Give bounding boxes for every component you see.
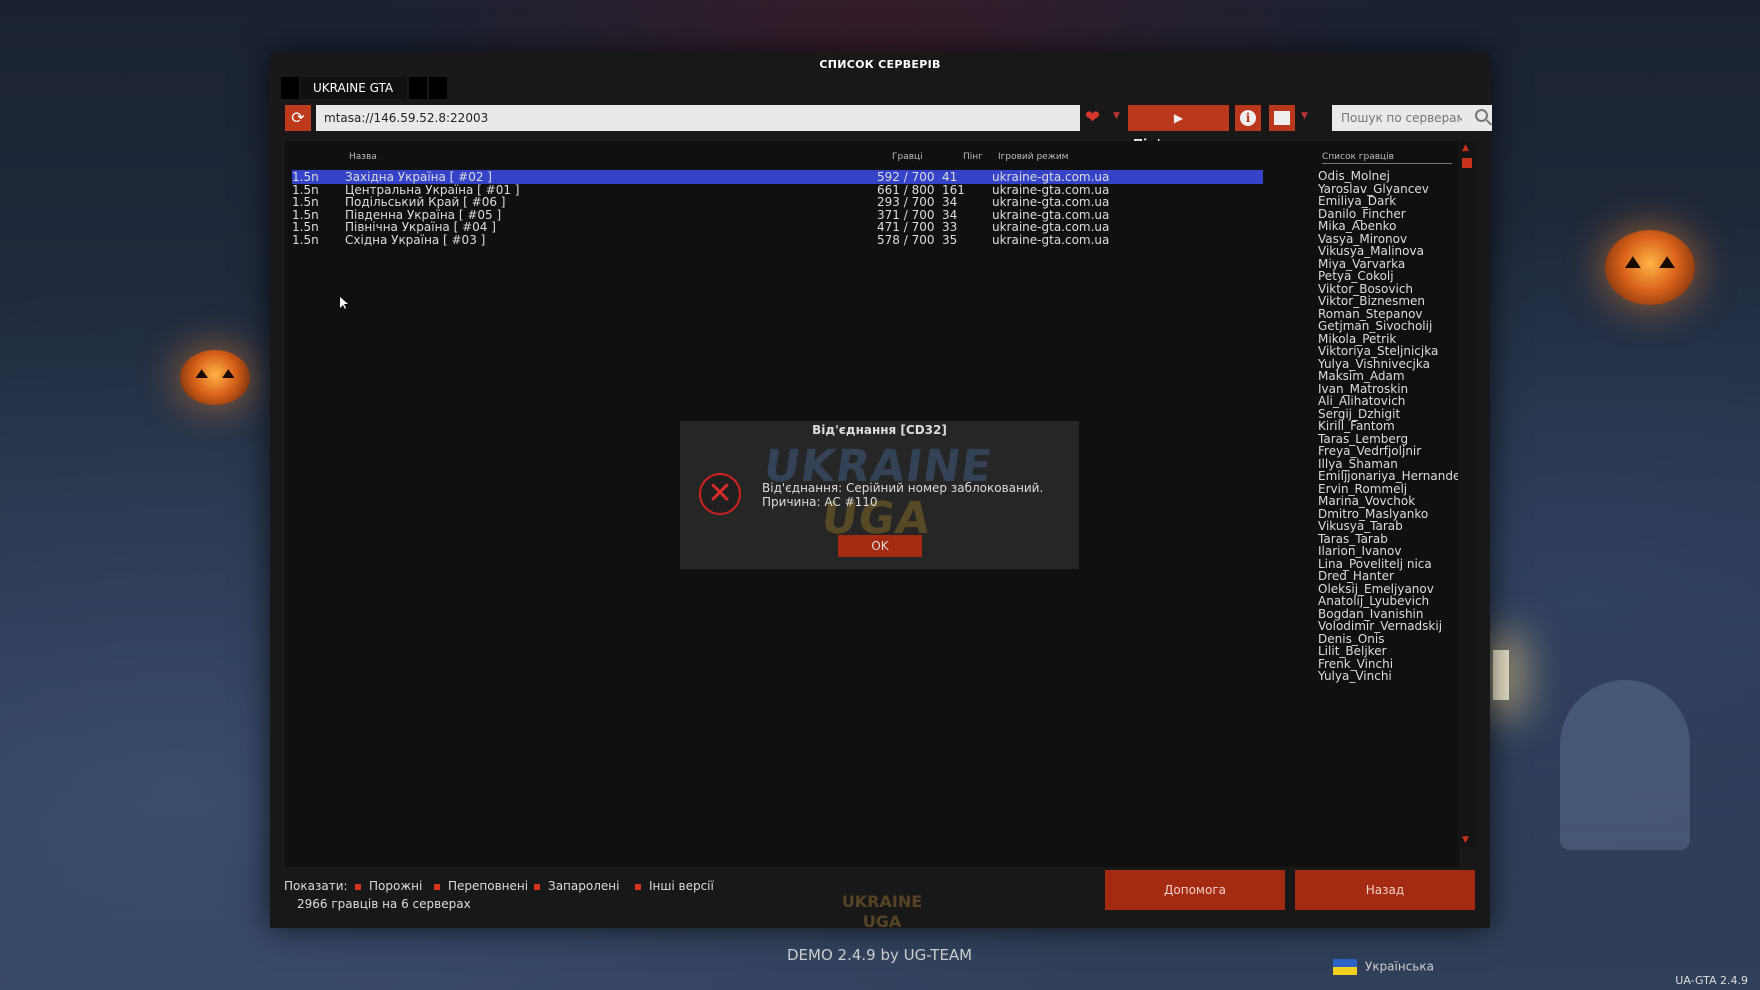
ukraine-flag-icon [1333,959,1357,975]
player-list-item[interactable]: Odis_Molnej [1318,170,1460,183]
disconnect-dialog: UKRAINE UGA Від'єднання [CD32] ✕ Від'єдн… [680,421,1079,569]
player-list-item[interactable]: Emiljjonariya_Hernande [1318,470,1460,483]
server-summary: 2966 гравців на 6 серверах [297,897,471,911]
connect-button[interactable]: ▶ Під'єднатися [1128,105,1229,151]
play-icon: ▶ [1173,111,1184,125]
checkbox-icon [534,883,540,890]
player-list-item[interactable]: Maksim_Adam [1318,370,1460,383]
screenshot-dropdown-arrow-icon[interactable]: ▼ [1301,111,1308,121]
filter-full[interactable]: Переповнені [434,879,528,893]
refresh-button[interactable]: ⟳ [285,105,311,131]
player-list-item[interactable]: Petya_Cokolj [1318,270,1460,283]
info-button[interactable]: i [1235,105,1261,131]
dialog-message: Від'єднання: Серійний номер заблокований… [762,481,1043,509]
player-list-scrollbar[interactable]: ▲ ▼ [1458,141,1475,847]
language-label: Українська [1365,959,1434,974]
pumpkin-decoration-right [1605,230,1695,305]
dialog-message-line2: Причина: AC #110 [762,495,878,509]
help-button[interactable]: Допомога [1105,870,1285,910]
column-header-ping[interactable]: Пінг [963,152,983,162]
player-list-item[interactable]: Freya_Vedrfjoljnir [1318,445,1460,458]
window-title: СПИСОК СЕРВЕРІВ [819,58,941,71]
server-address-input[interactable] [316,105,1080,131]
player-list: Odis_Molnej Yaroslav_Glyancev Emiliya_Dark… [1318,170,1460,683]
search-box [1332,105,1492,131]
player-list-item[interactable]: Viktoriya_Steljnicjka [1318,345,1460,358]
tab-bar: UKRAINE GTA [281,77,449,99]
search-icon[interactable] [1475,109,1488,122]
player-list-item[interactable]: Lilit_Beljker [1318,645,1460,658]
player-list-item[interactable]: Volodimir_Vernadskij [1318,620,1460,633]
scrollbar-thumb[interactable] [1462,158,1472,168]
checkbox-icon [434,883,440,890]
filter-other-versions-label: Інші версії [649,879,714,893]
player-list-item[interactable]: Dred_Hanter [1318,570,1460,583]
filter-other-versions[interactable]: Інші версії [635,879,714,893]
player-list-item[interactable]: Anatolij_Lyubevich [1318,595,1460,608]
server-players: 578 / 700 [877,232,935,247]
server-name: Східна Україна [ #03 ] [345,232,486,247]
error-x-icon: ✕ [699,473,741,515]
player-list-header: Список гравців [1322,152,1452,164]
filter-empty[interactable]: Порожні [355,879,422,893]
refresh-icon: ⟳ [291,108,305,127]
column-header-name[interactable]: Назва [349,152,377,162]
server-version: 1.5n [292,232,319,247]
scroll-down-icon[interactable]: ▼ [1462,835,1469,845]
screenshot-button[interactable] [1269,105,1295,131]
favorites-dropdown-arrow-icon[interactable]: ▼ [1113,111,1120,121]
demo-version-label: DEMO 2.4.9 by UG-TEAM [787,946,973,964]
player-list-item[interactable]: Getjman_Sivocholij [1318,320,1460,333]
server-mode: ukraine-gta.com.ua [992,232,1110,247]
player-list-item[interactable]: Marina_Vovchok [1318,495,1460,508]
player-list-item[interactable]: Mika_Abenko [1318,220,1460,233]
player-list-item[interactable]: Vikusya_Malinova [1318,245,1460,258]
candle-decoration [1493,650,1509,700]
search-input[interactable] [1332,105,1462,131]
player-list-item[interactable]: Emiliya_Dark [1318,195,1460,208]
scroll-up-icon[interactable]: ▲ [1462,143,1469,153]
player-list-item[interactable]: Viktor_Biznesmen [1318,295,1460,308]
filter-full-label: Переповнені [448,879,529,893]
filter-locked-label: Запаролені [548,879,620,893]
language-selector[interactable]: Українська [1333,959,1434,975]
server-row[interactable]: 1.5n Східна Україна [ #03 ] 578 / 700 35 ukr… [292,233,1263,247]
player-list-item[interactable]: Ilarion_Ivanov [1318,545,1460,558]
ok-button[interactable]: OK [838,535,922,557]
bottom-logo: UKRAINE UGA [841,892,923,931]
tab-blank-3[interactable] [429,77,448,99]
dialog-title: Від'єднання [CD32] [812,423,947,437]
show-filter-label: Показати: [284,879,348,893]
checkbox-icon [635,883,641,890]
heart-icon[interactable]: ❤ [1085,108,1105,128]
image-icon [1274,111,1290,125]
filter-locked[interactable]: Запаролені [534,879,619,893]
column-header-players[interactable]: Гравці [892,152,923,162]
player-list-item[interactable]: Ali_Alihatovich [1318,395,1460,408]
column-header-mode[interactable]: Ігровий режим [998,152,1068,162]
ghost-decoration [1560,680,1690,850]
tab-blank-1[interactable] [281,77,299,99]
tab-ukraine-gta[interactable]: UKRAINE GTA [301,77,408,99]
player-list-item[interactable]: Yulya_Vinchi [1318,670,1460,683]
info-icon: i [1240,110,1256,126]
pumpkin-decoration-left [180,350,250,405]
toolbar: ⟳ ❤ ▼ ▶ Під'єднатися i ▼ [285,104,1492,151]
filter-empty-label: Порожні [369,879,423,893]
corner-version-label: UA-GTA 2.4.9 [1675,974,1748,987]
player-list-item[interactable]: Vikusya_Tarab [1318,520,1460,533]
tab-blank-2[interactable] [409,77,428,99]
player-list-item[interactable]: Kirill_Fantom [1318,420,1460,433]
dialog-message-line1: Від'єднання: Серійний номер заблокований… [762,481,1044,495]
server-ping: 35 [942,232,958,247]
back-button[interactable]: Назад [1295,870,1475,910]
checkbox-icon [355,883,361,890]
